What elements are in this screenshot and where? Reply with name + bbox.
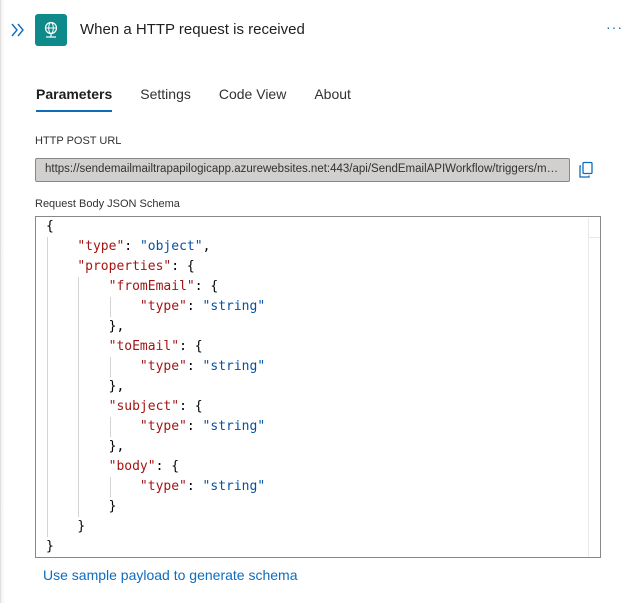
- indent-guide: [109, 357, 111, 377]
- http-post-url-field[interactable]: https://sendemailmailtrapapilogicapp.azu…: [35, 158, 570, 182]
- json-string: "string": [202, 479, 266, 494]
- json-punctuation: : {: [194, 279, 219, 294]
- json-key: "type": [77, 239, 125, 254]
- http-post-url-label: HTTP POST URL: [35, 135, 122, 147]
- json-key: "subject": [108, 399, 180, 414]
- json-punctuation: : {: [155, 459, 180, 474]
- double-chevron-right-icon[interactable]: [10, 20, 26, 40]
- json-schema-editor[interactable]: { "type": "object", "properties": { "fro…: [35, 216, 601, 558]
- json-key: "type": [139, 299, 187, 314]
- json-punctuation: :: [186, 359, 203, 374]
- json-punctuation: },: [108, 319, 125, 334]
- json-punctuation: :: [186, 299, 203, 314]
- globe-request-icon: [35, 14, 67, 46]
- code-line: }: [46, 517, 265, 537]
- editor-scrollbar[interactable]: [588, 218, 600, 557]
- tab-parameters[interactable]: Parameters: [36, 84, 113, 112]
- code-line: "type": "object",: [46, 237, 265, 257]
- json-punctuation: }: [108, 499, 117, 514]
- json-string: "string": [202, 419, 266, 434]
- json-punctuation: }: [77, 519, 86, 534]
- tab-about[interactable]: About: [314, 84, 351, 112]
- indent-guide: [109, 417, 111, 437]
- tab-list: Parameters Settings Code View About: [36, 84, 379, 112]
- json-string: "string": [202, 299, 266, 314]
- json-punctuation: },: [108, 439, 125, 454]
- panel-left-edge: [0, 0, 5, 603]
- json-key: "type": [139, 359, 187, 374]
- json-key: "type": [139, 479, 187, 494]
- indent-guide: [78, 277, 80, 517]
- indent-guide: [109, 477, 111, 497]
- json-punctuation: : {: [179, 339, 203, 354]
- json-punctuation: : {: [179, 399, 203, 414]
- copy-icon[interactable]: [578, 161, 594, 179]
- json-string: "object": [139, 239, 203, 254]
- trigger-title: When a HTTP request is received: [80, 21, 305, 38]
- more-options-icon[interactable]: ···: [606, 20, 623, 34]
- json-punctuation: : {: [171, 259, 195, 274]
- json-key: "body": [108, 459, 156, 474]
- json-punctuation: ,: [202, 239, 211, 254]
- tab-settings[interactable]: Settings: [140, 84, 191, 112]
- request-body-schema-label: Request Body JSON Schema: [35, 198, 180, 210]
- json-punctuation: {: [46, 219, 54, 234]
- indent-guide: [109, 297, 111, 317]
- json-punctuation: }: [46, 539, 54, 554]
- tab-code-view[interactable]: Code View: [219, 84, 286, 112]
- code-line: "properties": {: [46, 257, 265, 277]
- json-key: "properties": [77, 259, 172, 274]
- editor-scrollbar-top: [589, 218, 600, 238]
- json-key: "toEmail": [108, 339, 180, 354]
- code-line: {: [46, 217, 265, 237]
- panel-header: When a HTTP request is received ···: [0, 0, 631, 62]
- json-string: "string": [202, 359, 266, 374]
- json-punctuation: :: [124, 239, 140, 254]
- json-schema-code: { "type": "object", "properties": { "fro…: [46, 217, 265, 557]
- json-punctuation: },: [108, 379, 125, 394]
- use-sample-payload-link[interactable]: Use sample payload to generate schema: [43, 567, 297, 583]
- json-key: "type": [139, 419, 187, 434]
- indent-guide: [47, 237, 48, 537]
- json-punctuation: :: [186, 419, 203, 434]
- code-line: }: [46, 537, 265, 557]
- json-key: "fromEmail": [108, 279, 195, 294]
- json-punctuation: :: [186, 479, 203, 494]
